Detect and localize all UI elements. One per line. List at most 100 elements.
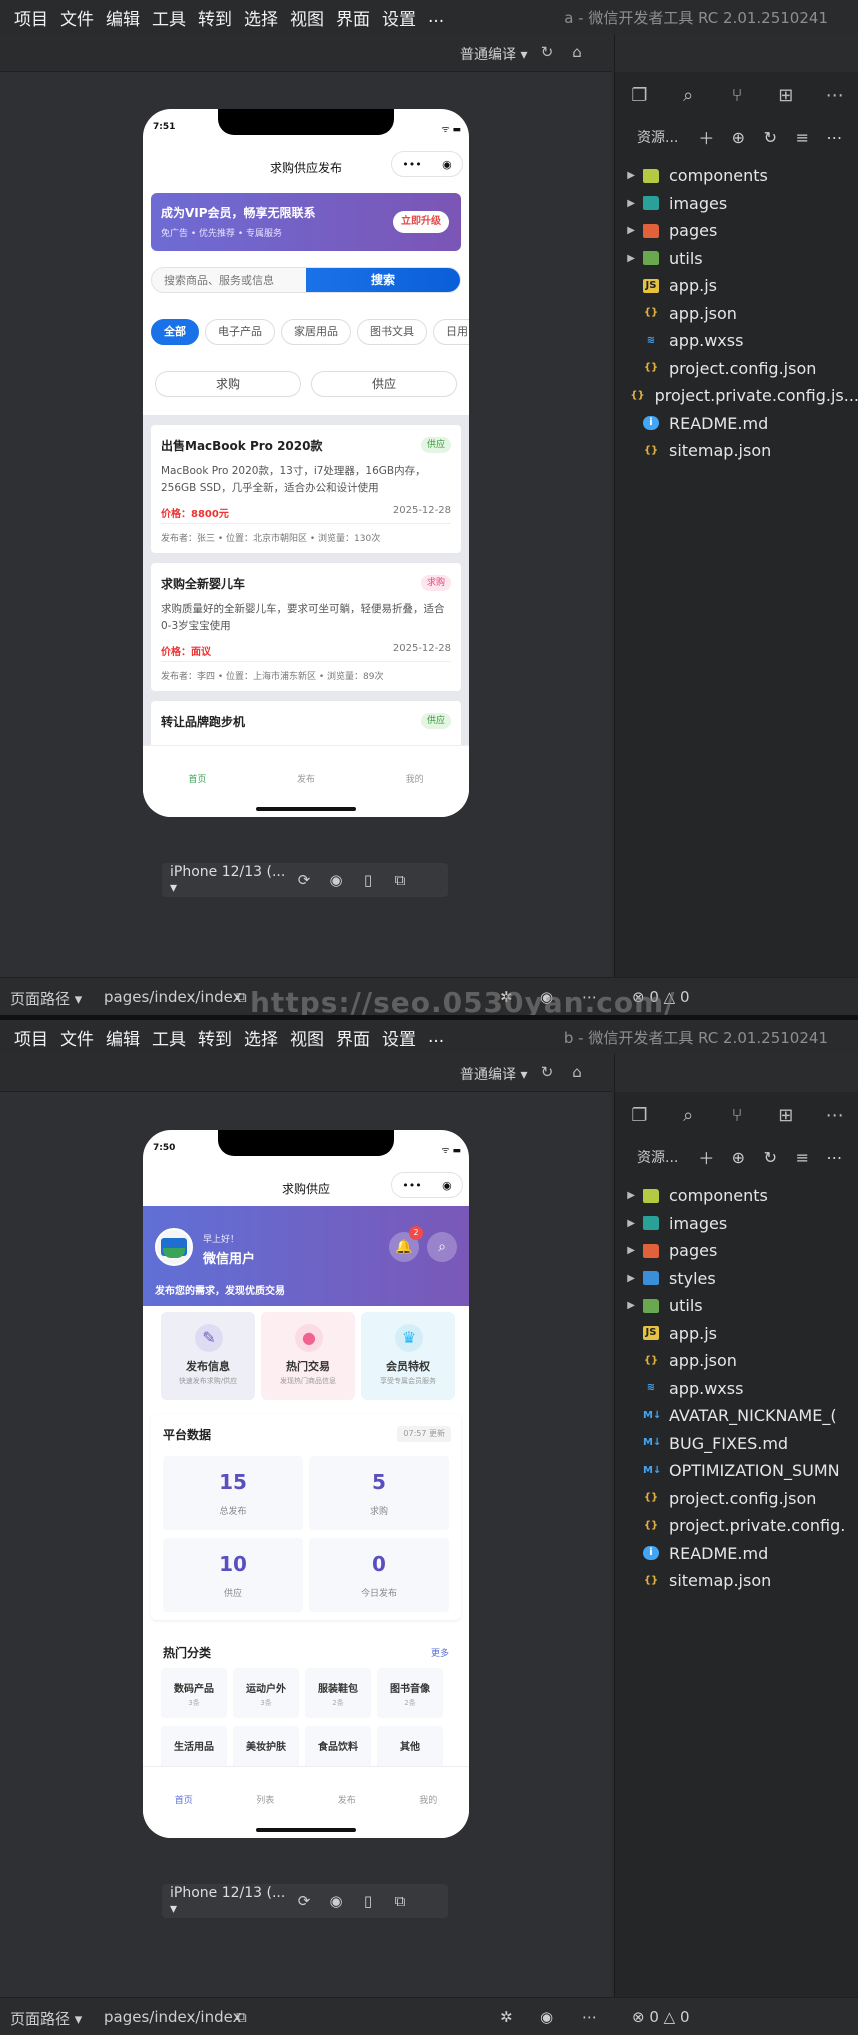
more-icon[interactable]: ⋯	[824, 1105, 845, 1129]
file-tree-item[interactable]: ▶ utils	[615, 1292, 858, 1320]
file-tree-item[interactable]: ▶ images	[615, 1210, 858, 1238]
search-icon[interactable]: ⌕	[678, 85, 699, 109]
record-icon[interactable]: ◉	[320, 871, 352, 889]
close-circle-icon[interactable]: ◉	[442, 1179, 452, 1192]
menu-goto[interactable]: 转到	[198, 1025, 232, 1050]
file-tree-item[interactable]: {} project.config.json	[615, 1485, 858, 1513]
refresh-icon[interactable]: ↻	[760, 128, 780, 147]
refresh-icon[interactable]: ↻	[538, 1063, 556, 1081]
post-card[interactable]: 求购全新婴儿车 求购 求购质量好的全新婴儿车，要求可坐可躺，轻便易折叠，适合0-…	[151, 563, 461, 691]
copy-icon[interactable]: ⧉	[236, 988, 247, 1006]
file-tree-item[interactable]: M↓ AVATAR_NICKNAME_(	[615, 1402, 858, 1430]
capsule-menu[interactable]: ••• ◉	[391, 1172, 463, 1198]
rotate-icon[interactable]: ⟳	[288, 1892, 320, 1910]
file-tree-item[interactable]: ▶ components	[615, 1182, 858, 1210]
tab-mine[interactable]: 我的	[388, 1767, 470, 1838]
menu-select[interactable]: 选择	[244, 1025, 278, 1050]
menu-project[interactable]: 项目	[14, 5, 48, 30]
file-tree-item[interactable]: {} app.json	[615, 300, 858, 328]
search-button[interactable]: 搜索	[306, 268, 460, 292]
menu-ui[interactable]: 界面	[336, 1025, 370, 1050]
menu-project[interactable]: 项目	[14, 1025, 48, 1050]
file-tree-item[interactable]: ▶ styles	[615, 1265, 858, 1293]
file-tree-item[interactable]: M↓ BUG_FIXES.md	[615, 1430, 858, 1458]
multi-window-icon[interactable]: ⧉	[384, 871, 416, 889]
tab-mine[interactable]: 我的	[360, 746, 469, 817]
rotate-icon[interactable]: ⟳	[288, 871, 320, 889]
collapse-icon[interactable]: ≡	[792, 128, 812, 147]
file-tree-item[interactable]: ▶ components	[615, 162, 858, 190]
extensions-icon[interactable]: ⊞	[775, 1105, 796, 1129]
menu-view[interactable]: 视图	[290, 5, 324, 30]
copy-icon[interactable]: ⧉	[236, 2008, 247, 2026]
clear-cache-icon[interactable]: ⌂	[568, 43, 586, 61]
category-chip-all[interactable]: 全部	[151, 319, 199, 345]
new-file-icon[interactable]: ＋	[696, 1145, 716, 1169]
route-label[interactable]: 页面路径 ▾	[10, 2008, 82, 2029]
refresh-icon[interactable]: ↻	[760, 1148, 780, 1167]
file-tree-item[interactable]: i README.md	[615, 1540, 858, 1568]
extensions-icon[interactable]: ⊞	[775, 85, 796, 109]
file-tree-item[interactable]: ▶ pages	[615, 1237, 858, 1265]
source-control-icon[interactable]: ⑂	[727, 1105, 748, 1129]
device-select[interactable]: iPhone 12/13 (... ▾	[170, 864, 288, 896]
files-icon[interactable]: ❐	[629, 1105, 650, 1129]
more-icon[interactable]: ⋯	[824, 128, 844, 147]
quick-action-item[interactable]: ● 热门交易 发现热门商品信息	[261, 1312, 355, 1400]
new-file-icon[interactable]: ＋	[696, 125, 716, 149]
more-icon[interactable]: ⋯	[824, 1148, 844, 1167]
file-tree-item[interactable]: M↓ OPTIMIZATION_SUMN	[615, 1457, 858, 1485]
more-link[interactable]: 更多	[431, 1646, 449, 1659]
file-tree-item[interactable]: ≋ app.wxss	[615, 1375, 858, 1403]
device-select[interactable]: iPhone 12/13 (... ▾	[170, 1885, 288, 1917]
file-tree-item[interactable]: JS app.js	[615, 272, 858, 300]
phone-icon[interactable]: ▯	[352, 1892, 384, 1910]
more-dots-icon[interactable]: •••	[402, 1179, 421, 1192]
file-tree-item[interactable]: {} project.config.json	[615, 355, 858, 383]
compile-mode-select[interactable]: 普通编译 ▾	[460, 1064, 527, 1084]
avatar[interactable]	[155, 1228, 193, 1266]
segment-buy[interactable]: 求购	[155, 371, 301, 397]
file-tree-item[interactable]: ▶ pages	[615, 217, 858, 245]
search-input[interactable]	[152, 268, 308, 292]
refresh-icon[interactable]: ↻	[538, 43, 556, 61]
file-tree-item[interactable]: ▶ images	[615, 190, 858, 218]
file-tree-item[interactable]: {} project.private.config.	[615, 1512, 858, 1540]
menu-goto[interactable]: 转到	[198, 5, 232, 30]
eye-icon[interactable]: ◉	[540, 2008, 553, 2026]
clear-cache-icon[interactable]: ⌂	[568, 1063, 586, 1081]
compile-mode-select[interactable]: 普通编译 ▾	[460, 44, 527, 64]
multi-window-icon[interactable]: ⧉	[384, 1892, 416, 1910]
menu-edit[interactable]: 编辑	[106, 5, 140, 30]
bug-icon[interactable]: ✲	[500, 2008, 513, 2026]
new-folder-icon[interactable]: ⊕	[728, 1148, 748, 1167]
tab-home[interactable]: 首页	[143, 746, 252, 817]
search-icon[interactable]: ⌕	[678, 1105, 699, 1129]
quick-action-item[interactable]: ✎ 发布信息 快速发布求购/供应	[161, 1312, 255, 1400]
menu-view[interactable]: 视图	[290, 1025, 324, 1050]
files-icon[interactable]: ❐	[629, 85, 650, 109]
upgrade-button[interactable]: 立即升级	[393, 211, 449, 233]
more-icon[interactable]: ⋯	[582, 2008, 597, 2026]
hot-category-item[interactable]: 服装鞋包 2条	[305, 1668, 371, 1718]
more-dots-icon[interactable]: •••	[402, 158, 421, 171]
more-icon[interactable]: ⋯	[824, 85, 845, 109]
menu-edit[interactable]: 编辑	[106, 1025, 140, 1050]
menu-tools[interactable]: 工具	[152, 1025, 186, 1050]
hot-category-item[interactable]: 数码产品 3条	[161, 1668, 227, 1718]
file-tree-item[interactable]: {} app.json	[615, 1347, 858, 1375]
category-chip[interactable]: 图书文具	[357, 319, 427, 345]
tab-home[interactable]: 首页	[143, 1767, 225, 1838]
menu-more[interactable]: ...	[428, 7, 444, 27]
quick-action-item[interactable]: ♛ 会员特权 享受专属会员服务	[361, 1312, 455, 1400]
hot-category-item[interactable]: 图书音像 2条	[377, 1668, 443, 1718]
file-tree-item[interactable]: {} project.private.config.js...	[615, 382, 858, 410]
post-card[interactable]: 出售MacBook Pro 2020款 供应 MacBook Pro 2020款…	[151, 425, 461, 553]
route-label[interactable]: 页面路径 ▾	[10, 988, 82, 1009]
file-tree-item[interactable]: i README.md	[615, 410, 858, 438]
menu-more[interactable]: ...	[428, 1027, 444, 1047]
menu-ui[interactable]: 界面	[336, 5, 370, 30]
record-icon[interactable]: ◉	[320, 1892, 352, 1910]
category-chip[interactable]: 家居用品	[281, 319, 351, 345]
phone-icon[interactable]: ▯	[352, 871, 384, 889]
